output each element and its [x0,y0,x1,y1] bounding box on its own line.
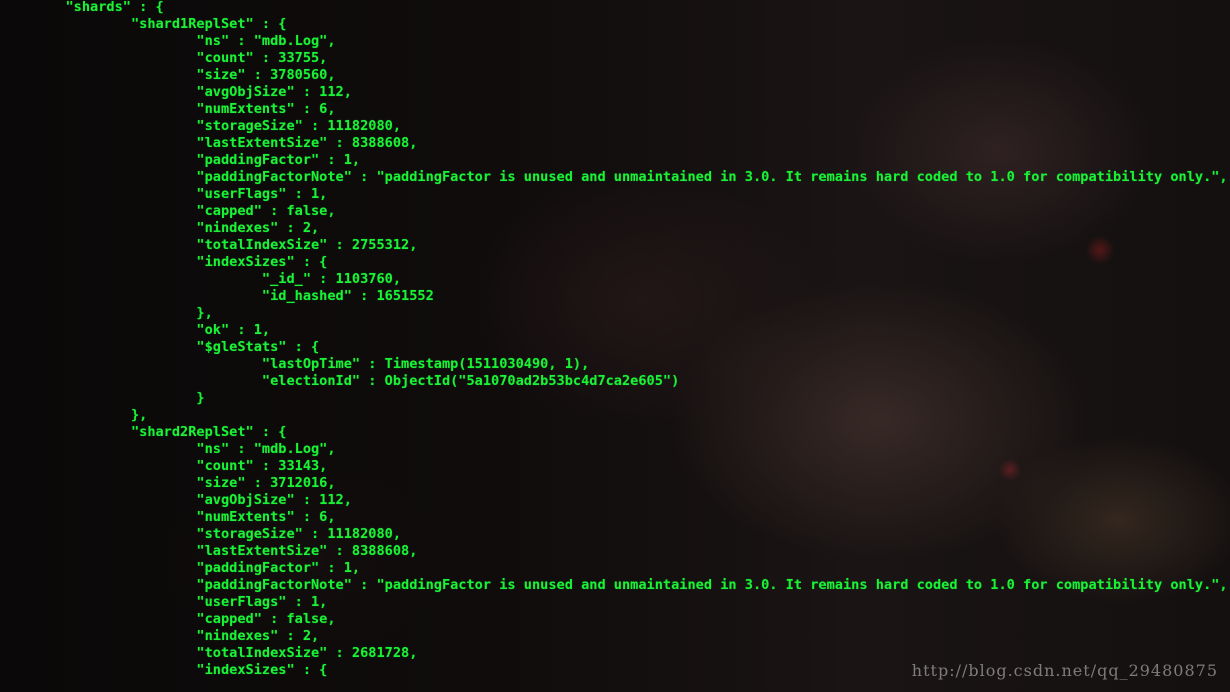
output-line: "userFlags" : 1, [0,186,328,202]
output-line: "userFlags" : 1, [0,594,328,610]
terminal-output[interactable]: "shards" : { "shard1ReplSet" : { "ns" : … [0,0,1230,692]
output-line: "numExtents" : 6, [0,101,336,117]
output-line: "nindexes" : 2, [0,220,320,236]
output-line: "size" : 3780560, [0,67,336,83]
output-line: "_id_" : 1103760, [0,271,402,287]
output-line: "lastOpTime" : Timestamp(1511030490, 1), [0,356,590,372]
output-line: "storageSize" : 11182080, [0,118,402,134]
output-line: "paddingFactor" : 1, [0,560,361,576]
output-line: "$gleStats" : { [0,339,320,355]
output-line: "avgObjSize" : 112, [0,84,352,100]
output-line: "ns" : "mdb.Log", [0,441,336,457]
output-line: "id_hashed" : 1651552 [0,288,434,304]
output-line: "capped" : false, [0,203,336,219]
output-line: "indexSizes" : { [0,254,328,270]
output-line: "storageSize" : 11182080, [0,526,402,542]
output-line: "electionId" : ObjectId("5a1070ad2b53bc4… [0,373,680,389]
output-line: "paddingFactorNote" : "paddingFactor is … [0,577,1228,593]
output-line: "paddingFactor" : 1, [0,152,361,168]
output-line: "totalIndexSize" : 2755312, [0,237,418,253]
output-line: "totalIndexSize" : 2681728, [0,645,418,661]
output-line: "avgObjSize" : 112, [0,492,352,508]
output-line: "nindexes" : 2, [0,628,320,644]
output-line: "capped" : false, [0,611,336,627]
output-line: "ns" : "mdb.Log", [0,33,336,49]
terminal-window[interactable]: { "terminal": { "lines": [ " \"shards\" … [0,0,1230,692]
output-line: "numExtents" : 6, [0,509,336,525]
watermark-url: http://blog.csdn.net/qq_29480875 [911,661,1218,680]
output-line: "ok" : 1, [0,322,271,338]
output-line: "size" : 3712016, [0,475,336,491]
output-line: }, [0,305,213,321]
output-line: "count" : 33755, [0,50,328,66]
output-line: "lastExtentSize" : 8388608, [0,543,418,559]
output-line: "shard2ReplSet" : { [0,424,287,440]
output-line: "count" : 33143, [0,458,328,474]
output-line: "shard1ReplSet" : { [0,16,287,32]
output-line: }, [0,407,148,423]
output-line: "paddingFactorNote" : "paddingFactor is … [0,169,1228,185]
output-line: "shards" : { [0,0,164,15]
output-line: } [0,390,205,406]
output-line: "lastExtentSize" : 8388608, [0,135,418,151]
